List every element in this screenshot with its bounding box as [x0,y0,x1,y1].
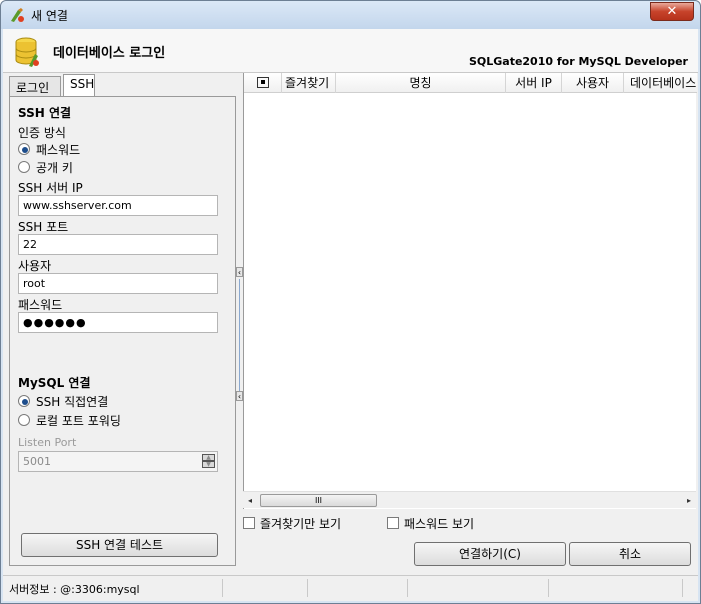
dialog-window: 새 연결 ✕ 데이터베이스 로그인 SQLGate2010 for MySQL … [0,0,701,604]
checkbox-icon [243,517,255,529]
radio-empty-icon [18,161,30,173]
window-title: 새 연결 [31,9,68,23]
column-header[interactable]: 명칭 [336,73,506,93]
server-ip-field[interactable]: www.sshserver.com [18,195,218,216]
tab-login[interactable]: 로그인 [9,76,61,96]
title-bar[interactable]: 새 연결 ✕ [1,1,700,29]
password-label: 패스워드 [18,298,63,312]
server-info-status: 서버정보 : @:3306:mysql [9,583,140,596]
ssh-test-button[interactable]: SSH 연결 테스트 [21,533,218,557]
auth-method-label: 인증 방식 [18,126,66,140]
status-bar: 서버정보 : @:3306:mysql [3,575,698,599]
ssh-direct-radio[interactable]: SSH 직접연결 [18,393,158,409]
product-name: SQLGate2010 for MySQL Developer [468,55,688,68]
connect-button[interactable]: 연결하기(C) [414,542,566,566]
auth-publickey-radio[interactable]: 공개 키 [18,159,138,175]
tab-ssh[interactable]: SSH [63,74,95,96]
auth-password-radio[interactable]: 패스워드 [18,141,138,157]
listen-port-field: 5001 ▲ ▼ [18,451,218,472]
close-button[interactable]: ✕ [650,2,694,21]
ssh-settings-panel: SSH 연결 인증 방식 패스워드 공개 키 SSH 서버 IP www.ssh… [9,96,236,566]
mysql-section-title: MySQL 연결 [18,376,91,390]
cancel-button[interactable]: 취소 [569,542,691,566]
scroll-thumb[interactable]: III [260,494,377,507]
checkbox-icon [387,517,399,529]
show-password-checkbox[interactable]: 패스워드 보기 [387,515,497,531]
ssh-port-label: SSH 포트 [18,220,69,234]
app-icon [11,8,24,22]
password-field[interactable]: ●●●●●● [18,312,218,333]
user-field[interactable]: root [18,273,218,294]
ssh-port-field[interactable]: 22 [18,234,218,255]
column-header[interactable]: 사용자 [562,73,624,93]
server-ip-label: SSH 서버 IP [18,181,83,195]
panel-splitter[interactable]: ‹ ‹ [236,101,243,571]
collapse-left-icon[interactable]: ‹ [236,391,243,401]
radio-selected-icon [18,143,30,155]
header-banner: 데이터베이스 로그인 SQLGate2010 for MySQL Develop… [3,29,698,73]
horizontal-scrollbar[interactable]: ◂ III ▸ [243,491,696,508]
listen-port-label: Listen Port [18,436,77,449]
collapse-left-icon[interactable]: ‹ [236,267,243,277]
connection-grid[interactable]: 즐겨찾기 명칭 서버 IP 사용자 데이터베이스 [243,73,697,509]
port-forwarding-radio[interactable]: 로컬 포트 포워딩 [18,412,158,428]
user-label: 사용자 [18,259,52,273]
header-title: 데이터베이스 로그인 [53,46,166,61]
spinner-icon: ▲ ▼ [202,454,215,469]
radio-empty-icon [18,414,30,426]
grid-header: 즐겨찾기 명칭 서버 IP 사용자 데이터베이스 [244,73,697,93]
radio-selected-icon [18,395,30,407]
dialog-body: 데이터베이스 로그인 SQLGate2010 for MySQL Develop… [3,29,698,601]
column-header[interactable]: 즐겨찾기 [282,73,336,93]
scroll-left-icon[interactable]: ◂ [245,494,255,507]
scroll-right-icon[interactable]: ▸ [684,494,694,507]
column-header[interactable]: 데이터베이스 [624,73,697,93]
select-all-checkbox[interactable] [244,73,282,93]
database-icon [15,37,39,67]
ssh-section-title: SSH 연결 [18,106,72,120]
column-header[interactable]: 서버 IP [506,73,562,93]
favorites-only-checkbox[interactable]: 즐겨찾기만 보기 [243,515,363,531]
